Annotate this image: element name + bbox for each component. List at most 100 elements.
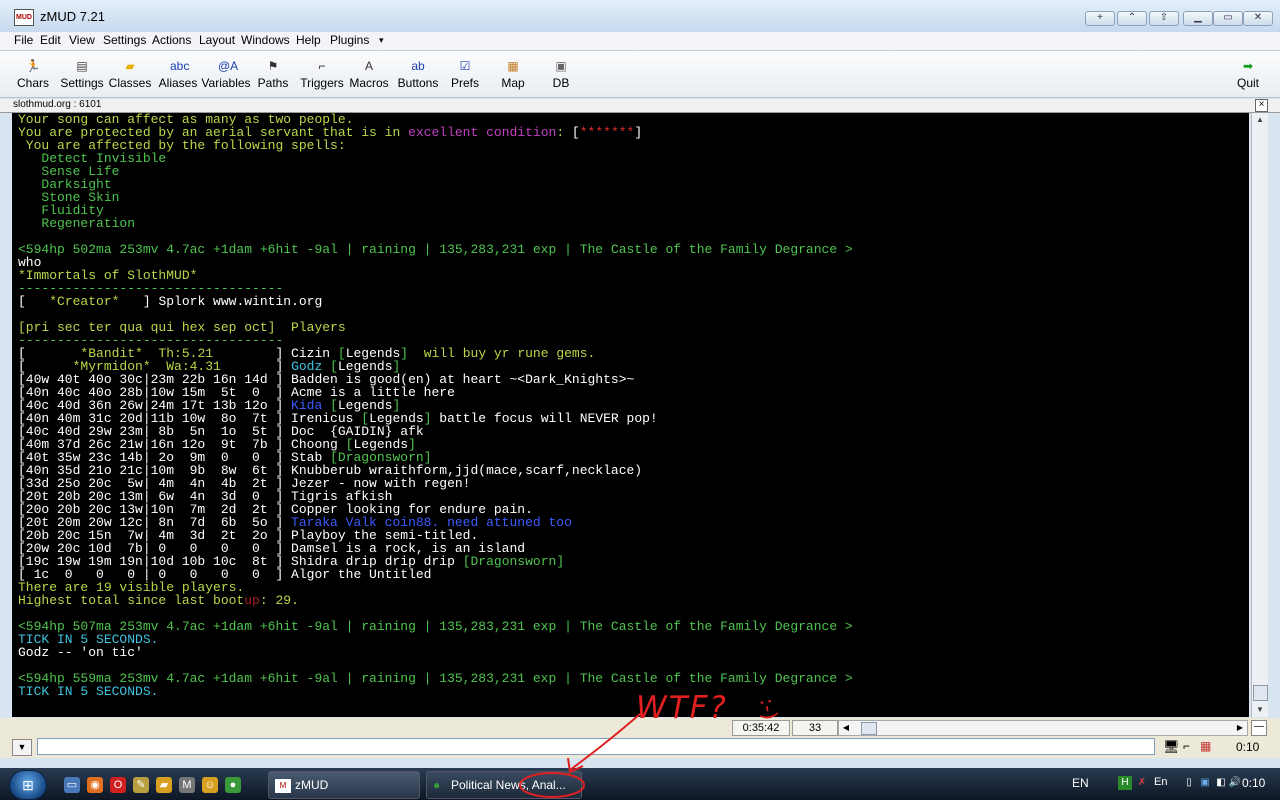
menu-bar: File Edit View Settings Actions Layout W… xyxy=(0,32,1280,51)
menu-overflow-chevron-icon[interactable]: ▾ xyxy=(379,35,384,46)
terminal-line: <594hp 502ma 253mv 4.7ac +1dam +6hit -9a… xyxy=(18,243,1249,256)
connection-status-icon: 🖥 xyxy=(1163,739,1180,754)
menu-view[interactable]: View xyxy=(69,33,95,47)
quit-label: Quit xyxy=(1236,76,1259,90)
toolbar-macros-button[interactable]: A Macros xyxy=(344,54,394,90)
pen-icon[interactable]: ✎ xyxy=(133,777,149,793)
mud-output[interactable]: Your song can affect as many as two peop… xyxy=(12,113,1249,717)
toolbar-map-button[interactable]: ▦ Map xyxy=(488,54,538,90)
horizontal-scroll-thumb[interactable] xyxy=(861,722,877,735)
maximize-button[interactable]: ▭ xyxy=(1213,11,1243,26)
tray-device-icon[interactable]: ▯ xyxy=(1182,776,1196,790)
horizontal-scrollbar[interactable]: ◀ ▶ xyxy=(838,720,1248,736)
settings-book-icon: ▤ xyxy=(76,59,88,73)
session-close-icon[interactable]: × xyxy=(1255,99,1268,112)
terminal-line: <594hp 507ma 253mv 4.7ac +1dam +6hit -9a… xyxy=(18,620,1249,633)
minimize-button[interactable]: ▁ xyxy=(1183,11,1213,26)
terminal-text-segment: Godz -- 'on tic' xyxy=(18,645,143,660)
toolbar-classes-button[interactable]: ▰ Classes xyxy=(105,54,155,90)
toolbar-buttons-button[interactable]: ab Buttons xyxy=(393,54,443,90)
folder-icon[interactable]: ▰ xyxy=(156,777,172,793)
terminal-text-segment: ] xyxy=(634,125,643,140)
menu-plugins[interactable]: Plugins xyxy=(330,33,369,47)
toolbar-chars-button[interactable]: 🏃 Chars xyxy=(8,54,58,90)
terminal-text-segment: [ xyxy=(462,554,471,569)
tray-language-icon[interactable]: En xyxy=(1154,776,1167,788)
show-desktop-icon[interactable]: ▭ xyxy=(64,777,80,793)
quit-button[interactable]: ➡ Quit xyxy=(1223,54,1273,90)
messenger-icon[interactable]: ☺ xyxy=(202,777,218,793)
firefox-icon[interactable]: ◉ xyxy=(87,777,103,793)
key-icon: A xyxy=(364,59,373,73)
terminal-line: Godz -- 'on tic' xyxy=(18,646,1249,659)
vertical-scrollbar[interactable]: ▲ ▼ xyxy=(1251,113,1268,717)
terminal-text-segment: ******* xyxy=(579,125,635,140)
zmud-icon[interactable]: M xyxy=(179,777,195,793)
terminal-text-segment: excellent condition xyxy=(408,125,557,140)
toolbar-button-label: DB xyxy=(552,76,570,90)
scroll-right-icon[interactable]: ▶ xyxy=(1233,721,1247,735)
terminal-text-segment: TICK IN 5 SECONDS. xyxy=(18,684,159,699)
menu-help[interactable]: Help xyxy=(296,33,321,47)
menu-layout[interactable]: Layout xyxy=(199,33,235,47)
split-pane-icon[interactable]: — xyxy=(1251,720,1267,736)
chrome-icon[interactable]: ● xyxy=(225,777,241,793)
tray-app-icon[interactable]: H xyxy=(1118,776,1132,790)
add-window-button[interactable]: + xyxy=(1085,11,1115,26)
toolbar-paths-button[interactable]: ⚑ Paths xyxy=(248,54,298,90)
scroll-down-icon[interactable]: ▼ xyxy=(1252,703,1268,717)
volume-icon[interactable]: 🔊 xyxy=(1228,776,1242,790)
safely-remove-icon[interactable]: ◧ xyxy=(1214,776,1228,790)
taskbar-clock[interactable]: 0:10 xyxy=(1242,776,1265,790)
running-man-icon: 🏃 xyxy=(25,59,41,73)
task-zmud[interactable]: MzMUD xyxy=(268,771,420,799)
menu-edit[interactable]: Edit xyxy=(40,33,61,47)
log-status-icon: ▦ xyxy=(1200,739,1212,753)
network-icon[interactable]: ▣ xyxy=(1198,776,1212,790)
terminal-line: <594hp 559ma 253mv 4.7ac +1dam +6hit -9a… xyxy=(18,672,1249,685)
terminal-line: TICK IN 5 SECONDS. xyxy=(18,685,1249,698)
zmud-task-icon: M xyxy=(275,778,291,793)
toolbar: 🏃 Chars ▤ Settings ▰ Classes abc Aliases @A Varia… xyxy=(0,51,1280,98)
task-browser[interactable]: ● Political News, Anal... xyxy=(426,771,582,799)
terminal-text-segment: will buy yr rune gems. xyxy=(408,346,596,361)
menu-windows[interactable]: Windows xyxy=(241,33,290,47)
scroll-left-icon[interactable]: ◀ xyxy=(839,721,853,735)
task-label: Political News, Anal... xyxy=(451,778,566,792)
terminal-text-segment: ] Splork www.wintin.org xyxy=(119,294,323,309)
status-clock: 0:10 xyxy=(1236,740,1260,754)
menu-settings[interactable]: Settings xyxy=(103,33,146,47)
vertical-scroll-thumb[interactable] xyxy=(1253,685,1268,701)
toolbar-db-button[interactable]: ▣ DB xyxy=(536,54,586,90)
toolbar-prefs-button[interactable]: ☑ Prefs xyxy=(440,54,490,90)
toolbar-button-label: Buttons xyxy=(397,76,439,90)
opera-icon[interactable]: O xyxy=(110,777,126,793)
toolbar-aliases-button[interactable]: abc Aliases xyxy=(153,54,203,90)
terminal-text-segment: ] xyxy=(423,411,432,426)
terminal-text-segment: [ xyxy=(18,294,50,309)
terminal-text-segment: up xyxy=(244,593,260,608)
close-button[interactable]: ✕ xyxy=(1243,11,1273,26)
walking-path-icon: ⚑ xyxy=(267,59,279,73)
pin-window-button[interactable]: ⇧ xyxy=(1149,11,1179,26)
menu-actions[interactable]: Actions xyxy=(152,33,191,47)
terminal-text-segment: Highest total since last boot xyxy=(18,593,245,608)
menu-file[interactable]: File xyxy=(14,33,33,47)
language-indicator[interactable]: EN xyxy=(1072,776,1089,790)
toolbar-button-label: Map xyxy=(501,76,525,90)
start-button[interactable]: ⊞ xyxy=(9,770,47,800)
toolbar-button-label: Macros xyxy=(349,76,389,90)
history-dropdown-icon[interactable]: ▼ xyxy=(12,739,32,756)
terminal-text-segment: *Creator* xyxy=(49,294,120,309)
toolbar-settings-button[interactable]: ▤ Settings xyxy=(57,54,107,90)
gun-trigger-icon: ⌐ xyxy=(318,59,326,73)
command-input[interactable] xyxy=(37,738,1155,755)
zmud-app-icon[interactable]: MUD xyxy=(14,9,34,26)
tray-firewall-icon[interactable]: ✗ xyxy=(1135,776,1149,790)
scroll-up-icon[interactable]: ▲ xyxy=(1252,113,1268,127)
annotation-smiley: :-) xyxy=(755,696,783,722)
raise-window-button[interactable]: ⌃ xyxy=(1117,11,1147,26)
session-title: slothmud.org : 6101 xyxy=(13,99,102,110)
toolbar-triggers-button[interactable]: ⌐ Triggers xyxy=(297,54,347,90)
toolbar-variables-button[interactable]: @A Variables xyxy=(201,54,251,90)
